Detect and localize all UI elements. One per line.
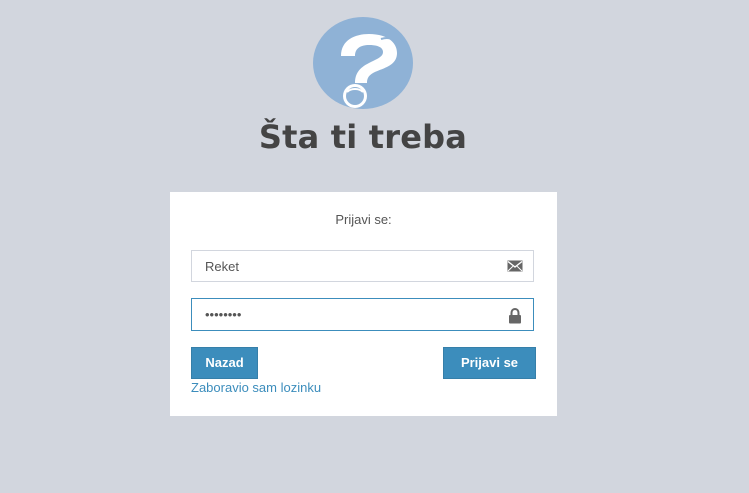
lock-icon xyxy=(507,307,523,323)
question-mark-logo-icon xyxy=(311,16,415,112)
back-button[interactable]: Nazad xyxy=(191,347,258,379)
forgot-password-link[interactable]: Zaboravio sam lozinku xyxy=(191,380,321,395)
password-field[interactable] xyxy=(191,298,534,331)
envelope-icon xyxy=(507,259,523,273)
login-heading: Prijavi se: xyxy=(335,212,392,227)
login-box: Prijavi se: Nazad Prijavi se Zaboravio s… xyxy=(170,192,557,416)
password-input[interactable] xyxy=(192,299,502,330)
login-button[interactable]: Prijavi se xyxy=(443,347,536,379)
email-input[interactable] xyxy=(192,251,502,281)
email-field[interactable] xyxy=(191,250,534,282)
app-title: Šta ti treba xyxy=(258,118,468,156)
